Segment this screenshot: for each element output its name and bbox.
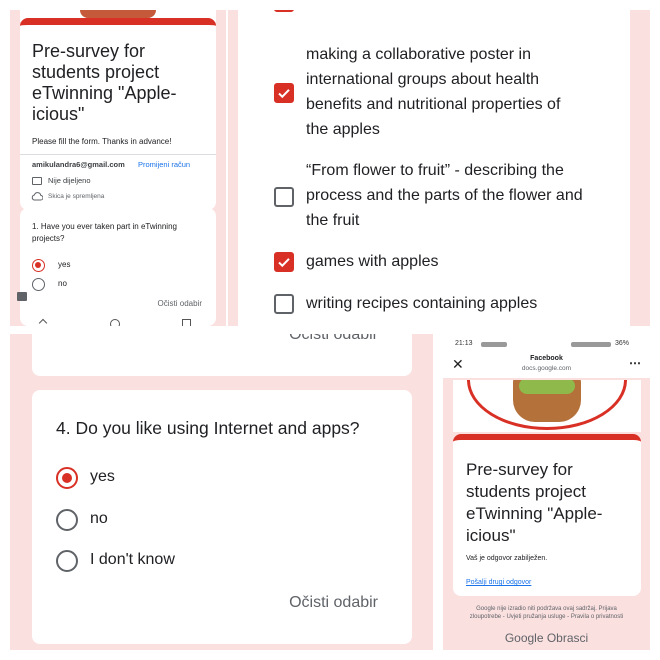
form-title-line-1: Pre-survey for [32, 41, 146, 61]
apple-basket-image [513, 380, 581, 422]
draft-saved-label: Skica je spremljena [48, 193, 105, 200]
signal-icons [571, 342, 611, 347]
panel-question-4: Očisti odabir 4. Do you like using Inter… [10, 334, 433, 650]
checkbox-top-partial[interactable] [274, 10, 294, 12]
response-recorded: Vaš je odgovor zabilježen. [466, 555, 548, 562]
feedback-icon[interactable] [17, 292, 27, 301]
divider [20, 154, 216, 155]
panel-confirmation: 21:13 36% ✕ Facebook docs.google.com ⋯ P… [443, 334, 650, 650]
form-title-line-1: Pre-survey for [466, 460, 573, 479]
radio-no[interactable] [32, 278, 45, 291]
checkbox-question-card: making a collaborative poster in interna… [238, 10, 630, 326]
check-icon [278, 258, 290, 268]
browser-url: docs.google.com [521, 365, 572, 372]
google-forms-logo: Google Obrasci [504, 631, 589, 645]
radio-no[interactable] [56, 509, 78, 531]
option-2-line-2: process and the parts of the flower and [306, 187, 583, 204]
checkbox-flower-to-fruit[interactable] [274, 187, 294, 207]
browser-app-name: Facebook [530, 355, 563, 362]
notification-icons [481, 342, 507, 347]
form-title-line-4: icious" [32, 104, 85, 124]
clear-selection-button[interactable]: Očisti odabir [158, 299, 202, 308]
question-4-card: 4. Do you like using Internet and apps? … [32, 390, 412, 644]
form-header-card: Pre-survey for students project eTwinnin… [20, 18, 216, 210]
footer-line-2: zloupotrebe - Uvjeti pružanja usluge - P… [469, 614, 624, 620]
checkbox-collaborative-poster[interactable] [274, 83, 294, 103]
switch-account-link[interactable]: Promijeni račun [138, 160, 190, 169]
panel-checkbox-question: making a collaborative poster in interna… [228, 10, 650, 326]
not-shared-icon [32, 177, 42, 185]
apple-basket-image [80, 10, 156, 18]
nav-recents-icon[interactable] [182, 319, 191, 326]
option-2-line-3: the fruit [306, 212, 360, 229]
radio-no-label: no [58, 279, 67, 288]
submit-another-link[interactable]: Pošalji drugi odgovor [466, 579, 531, 586]
form-title-line-3: eTwinning "Apple- [466, 504, 603, 523]
radio-yes[interactable] [32, 259, 45, 272]
radio-yes-label: yes [58, 260, 71, 269]
option-1-line-3: benefits and nutritional properties of [306, 96, 561, 113]
header-image [453, 380, 641, 432]
radio-dont-know-label: I don't know [90, 551, 175, 568]
battery-level: 36% [615, 340, 630, 347]
clear-selection-button[interactable]: Očisti odabir [289, 594, 378, 612]
form-title-line-2: students project [466, 482, 587, 501]
radio-no-label: no [90, 510, 108, 527]
apples [519, 380, 575, 394]
nav-home-icon[interactable] [110, 319, 120, 326]
form-title-line-4: icious" [466, 526, 516, 545]
option-2-line-1: “From flower to fruit” - describing the [306, 162, 564, 179]
checkbox-games-with-apples[interactable] [274, 252, 294, 272]
option-1-line-2: international groups about health [306, 71, 540, 88]
not-shared-label: Nije dijeljeno [48, 176, 91, 185]
footer-line-1: Google nije izradio niti podržava ovaj s… [476, 606, 617, 612]
radio-dont-know[interactable] [56, 550, 78, 572]
status-bar: 21:13 36% [443, 334, 650, 354]
account-email: amikulandra6@gmail.com [32, 160, 125, 169]
previous-question-card: Očisti odabir [32, 334, 412, 376]
confirmation-card: Pre-survey for students project eTwinnin… [453, 434, 641, 596]
option-3-line-1: games with apples [306, 253, 439, 270]
panel-form-start: Pre-survey for students project eTwinnin… [10, 10, 226, 326]
more-options-icon[interactable]: ⋯ [629, 356, 641, 370]
radio-yes-label: yes [90, 468, 115, 485]
status-time: 21:13 [455, 340, 473, 347]
option-4-line-1: writing recipes containing apples [306, 295, 538, 312]
radio-yes[interactable] [56, 467, 78, 489]
option-1-line-4: the apples [306, 121, 380, 138]
form-title-line-3: eTwinning "Apple- [32, 83, 177, 103]
question-1-line-2: projects? [32, 234, 65, 243]
question-4-title: 4. Do you like using Internet and apps? [56, 418, 360, 438]
form-title-line-2: students project [32, 62, 160, 82]
cloud-icon [31, 192, 43, 201]
check-icon [278, 89, 290, 99]
option-1-line-1: making a collaborative poster in [306, 46, 532, 63]
question-1-card: 1. Have you ever taken part in eTwinning… [20, 208, 216, 326]
checkbox-writing-recipes[interactable] [274, 294, 294, 314]
browser-header: ✕ Facebook docs.google.com ⋯ [443, 354, 650, 378]
form-description: Please fill the form. Thanks in advance! [32, 137, 172, 146]
question-1-line-1: 1. Have you ever taken part in eTwinning [32, 222, 177, 231]
clear-selection-top[interactable]: Očisti odabir [289, 334, 378, 344]
